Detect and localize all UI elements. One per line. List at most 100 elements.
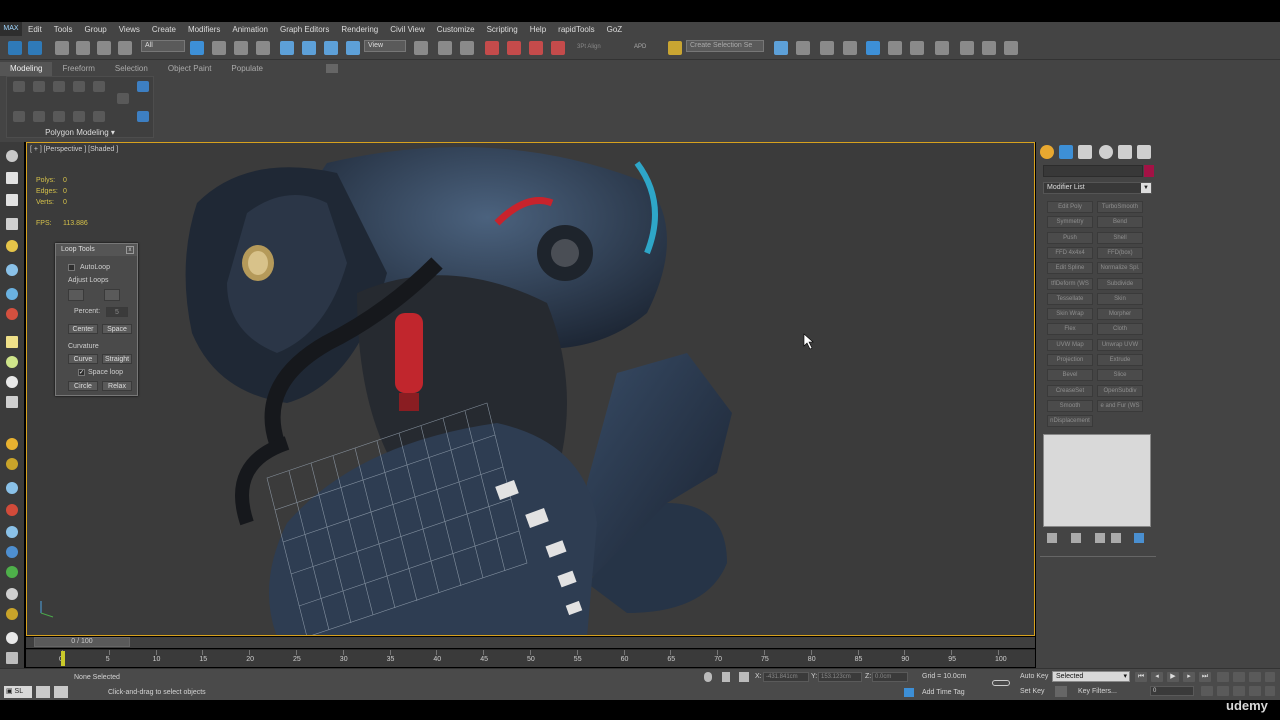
menu-rapidtools[interactable]: rapidTools: [552, 25, 600, 34]
previous-frame-icon[interactable]: ◂: [1151, 672, 1163, 682]
keyboard-shortcut-icon[interactable]: [460, 41, 474, 55]
z-coordinate-field[interactable]: 0.0cm: [872, 672, 908, 682]
time-slider-track[interactable]: [26, 637, 1035, 648]
pan-icon[interactable]: [1217, 686, 1229, 696]
lock-icon[interactable]: [722, 672, 730, 682]
redo-icon[interactable]: [28, 41, 42, 55]
pin-stack-icon[interactable]: [1047, 533, 1057, 543]
modifier-button[interactable]: e and Fur (WS: [1097, 399, 1143, 412]
ribbon-tool-icon[interactable]: [137, 81, 149, 92]
goto-end-icon[interactable]: ⏭: [1199, 672, 1211, 682]
modifier-button[interactable]: FFD(box): [1097, 246, 1143, 259]
field-of-view-icon[interactable]: [1265, 672, 1275, 682]
display-tab-icon[interactable]: [1118, 145, 1132, 159]
tab-freeform[interactable]: Freeform: [52, 62, 104, 76]
x-coordinate-field[interactable]: -431.841cm: [763, 672, 809, 682]
isolate-icon[interactable]: [704, 672, 712, 682]
make-unique-icon[interactable]: [1095, 533, 1105, 543]
modifier-button[interactable]: Edit Spline: [1047, 262, 1093, 275]
ribbon-toggle-icon[interactable]: [326, 64, 338, 73]
render-production-icon[interactable]: [982, 41, 996, 55]
modifier-button[interactable]: Symmetry: [1047, 216, 1093, 229]
mini-listener-icon[interactable]: [36, 686, 50, 698]
next-frame-icon[interactable]: ▸: [1183, 672, 1195, 682]
absolute-mode-icon[interactable]: [739, 672, 749, 682]
loop-mode-b-icon[interactable]: [104, 289, 120, 301]
graphite-toggle-icon[interactable]: [843, 41, 857, 55]
edit-named-selection-icon[interactable]: [668, 41, 682, 55]
ruler-icon[interactable]: [6, 526, 18, 538]
modifier-button[interactable]: Tessellate: [1047, 292, 1093, 305]
snaps-toggle-icon[interactable]: [485, 41, 499, 55]
gear-icon[interactable]: [6, 608, 18, 620]
hierarchy-tab-icon[interactable]: [1078, 145, 1092, 159]
rotate-view-icon[interactable]: [6, 288, 18, 300]
modifier-button[interactable]: tflDeform (WS: [1047, 277, 1093, 290]
unlink-icon[interactable]: [76, 41, 90, 55]
show-end-result-icon[interactable]: [1071, 533, 1081, 543]
bind-space-warp-icon[interactable]: [97, 41, 111, 55]
menu-tools[interactable]: Tools: [48, 25, 79, 34]
modifier-button[interactable]: Normalize Spl.: [1097, 262, 1143, 275]
select-by-name-icon[interactable]: [118, 41, 132, 55]
script-icon[interactable]: [54, 686, 68, 698]
ribbon-tool-icon[interactable]: [33, 111, 45, 122]
window-crossing-icon[interactable]: [256, 41, 270, 55]
ribbon-tool-icon[interactable]: [53, 81, 65, 92]
play-icon[interactable]: ▶: [1167, 672, 1179, 682]
set-key-icon[interactable]: [1055, 686, 1067, 697]
tab-object-paint[interactable]: Object Paint: [158, 62, 222, 76]
close-icon[interactable]: x: [126, 246, 134, 254]
modifier-button[interactable]: UVW Map: [1047, 338, 1093, 351]
utilities-tab-icon[interactable]: [1137, 145, 1151, 159]
tab-populate[interactable]: Populate: [221, 62, 273, 76]
zoom-extents-icon[interactable]: [1249, 672, 1261, 682]
link-icon[interactable]: [55, 41, 69, 55]
modifier-button[interactable]: Flex: [1047, 323, 1093, 336]
viewport-label[interactable]: [ + ] [Perspective ] [Shaded ]: [30, 146, 118, 153]
time-tag-icon[interactable]: [904, 688, 914, 697]
ribbon-tool-icon[interactable]: [73, 111, 85, 122]
menu-graph-editors[interactable]: Graph Editors: [274, 25, 335, 34]
mirror-icon[interactable]: [774, 41, 788, 55]
curve-button[interactable]: Curve: [68, 354, 98, 364]
apd-label[interactable]: APD: [634, 44, 646, 50]
rendered-frame-window-icon[interactable]: [960, 41, 974, 55]
light-icon[interactable]: [6, 240, 18, 252]
modifier-button[interactable]: Extrude: [1097, 354, 1143, 366]
spinner-snap-icon[interactable]: [551, 41, 565, 55]
sphere-white-icon[interactable]: [6, 632, 18, 644]
ribbon-tool-icon[interactable]: [73, 81, 85, 92]
modifier-list-dropdown[interactable]: Modifier List ▼: [1043, 182, 1152, 194]
create-tab-icon[interactable]: [1040, 145, 1054, 159]
object-name-field[interactable]: [1043, 165, 1143, 177]
menu-edit[interactable]: Edit: [22, 25, 48, 34]
loop-mode-a-icon[interactable]: [68, 289, 84, 301]
globe-icon[interactable]: [6, 546, 18, 558]
menu-modifiers[interactable]: Modifiers: [182, 25, 226, 34]
pivot-center-icon[interactable]: [414, 41, 428, 55]
modifier-button[interactable]: Push: [1047, 231, 1093, 244]
paint-icon[interactable]: [6, 504, 18, 516]
select-list-icon[interactable]: [212, 41, 226, 55]
menu-help[interactable]: Help: [524, 25, 552, 34]
remove-modifier-icon[interactable]: [1111, 533, 1121, 543]
list-icon[interactable]: [6, 218, 18, 230]
menu-rendering[interactable]: Rendering: [335, 25, 384, 34]
ribbon-tool-icon[interactable]: [117, 93, 129, 104]
key-filters-button[interactable]: Key Filters...: [1078, 688, 1117, 695]
layer-manager-icon[interactable]: [820, 41, 834, 55]
ribbon-tool-icon[interactable]: [53, 111, 65, 122]
modifier-button[interactable]: TurboSmooth: [1097, 201, 1143, 213]
goto-start-icon[interactable]: ⏮: [1135, 672, 1147, 682]
percent-snap-icon[interactable]: [529, 41, 543, 55]
menu-create[interactable]: Create: [146, 25, 182, 34]
render-iterative-icon[interactable]: [1004, 41, 1018, 55]
add-time-tag[interactable]: Add Time Tag: [922, 689, 965, 696]
menu-group[interactable]: Group: [78, 25, 112, 34]
select-object-icon[interactable]: [190, 41, 204, 55]
angle-snap-icon[interactable]: [507, 41, 521, 55]
align-icon[interactable]: [796, 41, 810, 55]
sphere-icon[interactable]: [6, 356, 18, 368]
sun-icon[interactable]: [6, 438, 18, 450]
